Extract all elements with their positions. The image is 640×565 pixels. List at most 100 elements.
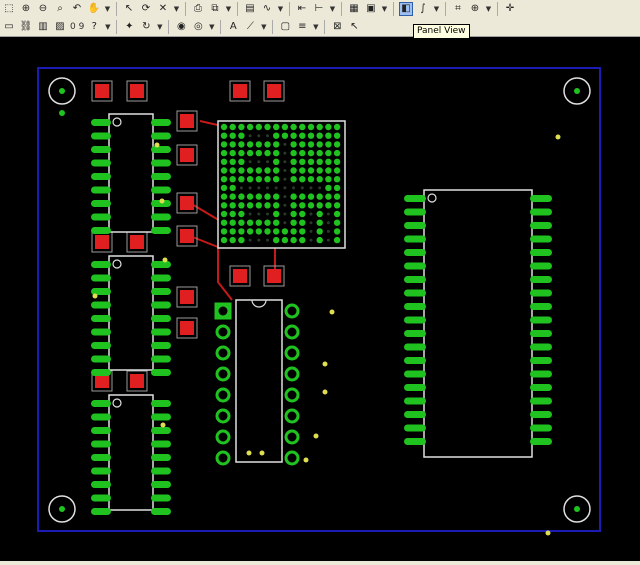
drc-icon[interactable]: ⊠ xyxy=(330,20,344,34)
ic-pad xyxy=(91,274,111,282)
bga-ball xyxy=(238,219,245,226)
net-icon[interactable]: ∫ xyxy=(416,2,430,16)
pcb-canvas[interactable] xyxy=(0,36,640,561)
trace-icon[interactable]: ∿ xyxy=(260,2,274,16)
print-icon[interactable]: ⎙ xyxy=(191,2,205,16)
smd-pad xyxy=(95,374,109,388)
paste-icon[interactable]: ▤ xyxy=(243,2,257,16)
delete-icon[interactable]: ✕ xyxy=(156,2,170,16)
bga-ball xyxy=(220,219,228,226)
bga-ball xyxy=(299,228,306,235)
color-layers-icon[interactable]: ▣ xyxy=(364,2,378,16)
dropdown-arrow-icon[interactable]: ▼ xyxy=(312,23,319,31)
bga-ball xyxy=(333,236,341,244)
snap-icon[interactable]: ⊕ xyxy=(468,2,482,16)
toolbar-separator xyxy=(220,20,222,34)
route-icon[interactable]: ⟋ xyxy=(243,20,257,34)
bga-ball xyxy=(290,219,297,226)
dip-pad xyxy=(284,450,300,466)
via xyxy=(313,433,319,439)
bga-ball xyxy=(290,167,297,174)
zoom-out-icon[interactable]: ⊖ xyxy=(36,2,50,16)
bga-ball xyxy=(273,132,280,139)
dropdown-arrow-icon[interactable]: ▼ xyxy=(485,5,492,13)
component-icon[interactable]: ▥ xyxy=(36,20,50,34)
bga-ball xyxy=(333,132,341,139)
dropdown-arrow-icon[interactable]: ▼ xyxy=(208,23,215,31)
dropdown-arrow-icon[interactable]: ▼ xyxy=(173,5,180,13)
bga-ball xyxy=(238,193,245,200)
bga-ball xyxy=(283,142,287,146)
bga-ball xyxy=(283,151,287,155)
bga-ball xyxy=(307,123,315,131)
bga-ball xyxy=(248,160,252,164)
bga-ball xyxy=(333,202,341,209)
dip-pad xyxy=(215,345,231,361)
bga-ball xyxy=(273,149,280,157)
query-icon[interactable]: ? xyxy=(87,20,101,34)
bga-ball xyxy=(257,186,261,190)
bus-icon[interactable]: ≡ xyxy=(295,20,309,34)
dimension-icon[interactable]: ⊢ xyxy=(312,2,326,16)
smd-pad xyxy=(95,235,109,249)
bga-ball xyxy=(229,132,236,139)
pan-hand-icon[interactable]: ✋ xyxy=(87,2,101,16)
copy-icon[interactable]: ⧉ xyxy=(208,2,222,16)
properties-icon[interactable]: ▨ xyxy=(53,20,67,34)
ic-pad xyxy=(91,440,111,448)
select-tool-icon[interactable]: ⬚ xyxy=(2,2,16,16)
zoom-window-icon[interactable]: ⌕ xyxy=(53,2,67,16)
bga-ball xyxy=(238,210,245,218)
measure-icon[interactable]: ⇤ xyxy=(295,2,309,16)
redraw-icon[interactable]: ⟳ xyxy=(139,2,153,16)
bga-ball xyxy=(316,210,323,218)
pad-icon[interactable]: ◉ xyxy=(174,20,188,34)
dropdown-arrow-icon[interactable]: ▼ xyxy=(329,5,336,13)
bga-ball xyxy=(264,167,271,174)
dropdown-arrow-icon[interactable]: ▼ xyxy=(104,23,111,31)
smd-pad xyxy=(130,235,144,249)
ic-pad xyxy=(91,301,111,309)
smd-pad xyxy=(130,374,144,388)
bga-ball xyxy=(333,167,341,174)
link-icon[interactable]: ⛓ xyxy=(19,20,33,34)
dropdown-arrow-icon[interactable]: ▼ xyxy=(433,5,440,13)
text-icon[interactable]: A xyxy=(226,20,240,34)
bga-ball xyxy=(273,228,280,235)
grid-icon[interactable]: ⌗ xyxy=(451,2,465,16)
bga-ball xyxy=(325,193,332,200)
zoom-previous-icon[interactable]: ↶ xyxy=(70,2,84,16)
ic-pad xyxy=(91,454,111,461)
bga-ball xyxy=(257,238,261,242)
dropdown-arrow-icon[interactable]: ▼ xyxy=(104,5,111,13)
ic-pad xyxy=(530,276,552,283)
select-all-icon[interactable]: ▭ xyxy=(2,20,16,34)
dropdown-arrow-icon[interactable]: ▼ xyxy=(225,5,232,13)
dropdown-arrow-icon[interactable]: ▼ xyxy=(260,23,267,31)
zoom-in-icon[interactable]: ⊕ xyxy=(19,2,33,16)
ic-pad xyxy=(151,146,171,153)
light-icon[interactable]: ✦ xyxy=(122,20,136,34)
bga-ball xyxy=(238,176,245,183)
bga-ball xyxy=(299,149,306,157)
place-icon[interactable]: ▢ xyxy=(278,20,292,34)
ic-pad xyxy=(404,303,426,310)
bga-ball xyxy=(248,134,252,138)
via xyxy=(159,198,165,204)
layer-icon[interactable]: ▦ xyxy=(347,2,361,16)
dropdown-arrow-icon[interactable]: ▼ xyxy=(381,5,388,13)
bga-ball xyxy=(238,149,245,157)
ic-pad xyxy=(151,400,171,407)
pointer-icon[interactable]: ↖ xyxy=(122,2,136,16)
ic-pad xyxy=(404,249,426,256)
bga-ball xyxy=(273,193,280,200)
panel-view-icon[interactable]: ◧ xyxy=(399,2,413,16)
via-icon[interactable]: ◎ xyxy=(191,20,205,34)
ic-pad xyxy=(91,427,111,434)
bga-ball xyxy=(220,210,228,218)
cursor-icon[interactable]: ↖ xyxy=(347,20,361,34)
origin-icon[interactable]: ✛ xyxy=(503,2,517,16)
dropdown-arrow-icon[interactable]: ▼ xyxy=(277,5,284,13)
rotate-icon[interactable]: ↻ xyxy=(139,20,153,34)
dropdown-arrow-icon[interactable]: ▼ xyxy=(156,23,163,31)
